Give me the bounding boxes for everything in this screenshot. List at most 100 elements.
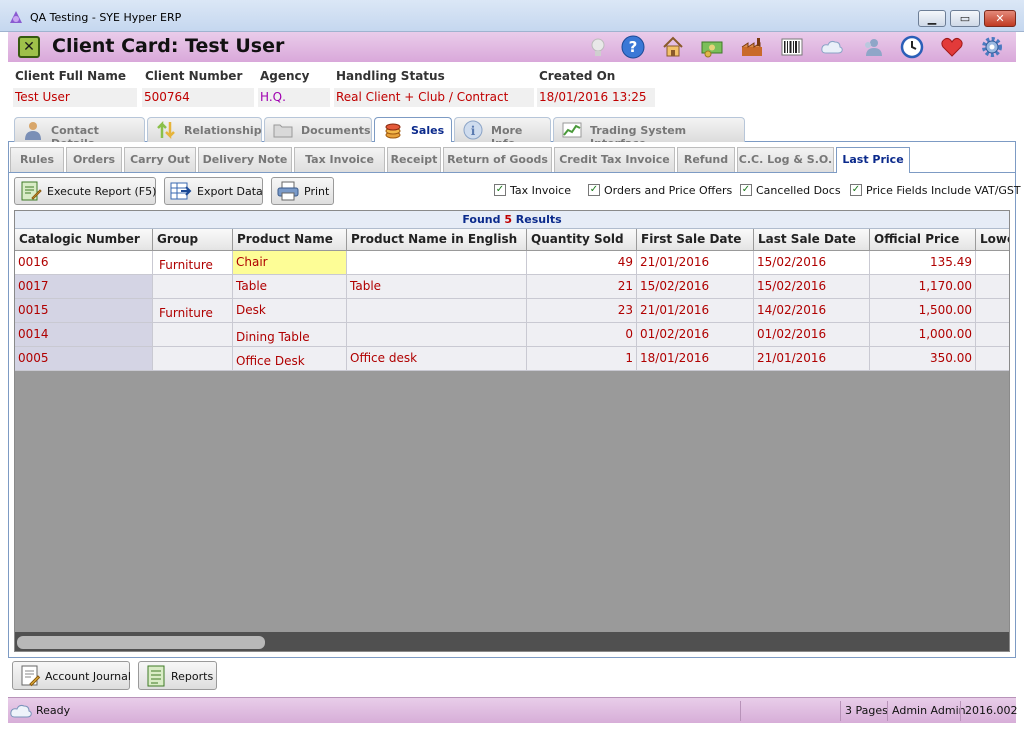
close-window-button[interactable]: ✕: [984, 10, 1016, 27]
cell-product-name: Desk: [233, 299, 347, 322]
cell-lowest: [976, 251, 1009, 274]
status-user: Admin Admin: [887, 701, 966, 721]
export-icon: [170, 182, 192, 200]
table-row[interactable]: 0016 Furniture Chair 49 21/01/2016 15/02…: [15, 251, 1009, 275]
results-count-bar: Found 5 Results: [15, 211, 1009, 229]
subtab-return-of-goods[interactable]: Return of Goods: [443, 147, 552, 172]
users-icon[interactable]: [860, 35, 884, 59]
close-card-button[interactable]: ✕: [18, 36, 40, 58]
cell-product-name: Dining Table: [233, 323, 347, 346]
money-icon[interactable]: [700, 35, 724, 59]
barcode-icon[interactable]: [780, 35, 804, 59]
subtab-delivery-note[interactable]: Delivery Note: [198, 147, 292, 172]
column-header-catalogic-number[interactable]: Catalogic Number: [15, 229, 153, 251]
column-header-official-price[interactable]: Official Price: [870, 229, 976, 251]
subtab-credit-tax-invoice[interactable]: Credit Tax Invoice: [554, 147, 675, 172]
cell-group: [153, 323, 233, 346]
maximize-button[interactable]: ▭: [950, 10, 980, 27]
cell-lowest: [976, 323, 1009, 346]
gear-icon[interactable]: [980, 35, 1004, 59]
horizontal-scrollbar[interactable]: [15, 632, 1009, 651]
subtab-refund[interactable]: Refund: [677, 147, 735, 172]
minimize-icon: ▁: [927, 12, 937, 25]
main-tabs: Contact Details Relationship Documents S…: [8, 114, 1016, 150]
status-bar: Ready 3 Pages Admin Admin 2016.002: [8, 697, 1018, 723]
report-icon: [21, 181, 42, 201]
subtab-orders[interactable]: Orders: [66, 147, 122, 172]
subtab-last-price[interactable]: Last Price: [836, 147, 910, 173]
cell-quantity-sold: 49: [527, 251, 637, 274]
column-header-product-name[interactable]: Product Name: [233, 229, 347, 251]
column-header-quantity-sold[interactable]: Quantity Sold: [527, 229, 637, 251]
cell-group: Furniture: [153, 299, 233, 322]
results-count: 5: [504, 213, 512, 226]
tab-trading-system-interface[interactable]: Trading System Interface: [553, 117, 745, 150]
cloud-icon[interactable]: [820, 35, 844, 59]
help-icon[interactable]: ?: [621, 35, 645, 59]
subtab-rules[interactable]: Rules: [10, 147, 64, 172]
tab-contact-details[interactable]: Contact Details: [14, 117, 145, 150]
cell-product-name-english: Office desk: [347, 347, 527, 370]
close-icon: ✕: [995, 12, 1005, 25]
table-row[interactable]: 0005 Office Desk Office desk 1 18/01/201…: [15, 347, 1009, 371]
clock-icon[interactable]: [900, 35, 924, 59]
minimize-button[interactable]: ▁: [918, 10, 946, 27]
cell-product-name: Chair: [233, 251, 347, 274]
cell-lowest: [976, 275, 1009, 298]
column-header-lowest[interactable]: Lowe: [976, 229, 1009, 251]
cell-product-name: Table: [233, 275, 347, 298]
cell-last-sale-date: 01/02/2016: [754, 323, 870, 346]
handling-status-value: Real Client + Club / Contract: [334, 88, 534, 107]
cell-last-sale-date: 21/01/2016: [754, 347, 870, 370]
cell-quantity-sold: 21: [527, 275, 637, 298]
subtab-cc-log[interactable]: C.C. Log & S.O.: [737, 147, 834, 172]
tab-label: Relationship: [184, 124, 262, 137]
tab-more-info[interactable]: i More Info: [454, 117, 551, 150]
column-header-first-sale-date[interactable]: First Sale Date: [637, 229, 754, 251]
cell-product-name: Office Desk: [233, 347, 347, 370]
client-info: Client Full Name Test User Client Number…: [8, 62, 1016, 114]
page-title: Client Card: Test User: [52, 35, 285, 57]
app-logo-icon: [10, 11, 22, 23]
cell-first-sale-date: 21/01/2016: [637, 299, 754, 322]
status-version: 2016.002: [960, 701, 1018, 721]
cell-catalogic-number: 0005: [15, 347, 153, 370]
reports-icon: [147, 665, 165, 687]
column-header-product-name-english[interactable]: Product Name in English: [347, 229, 527, 251]
lightbulb-icon[interactable]: [586, 35, 610, 59]
subtab-receipt[interactable]: Receipt: [387, 147, 441, 172]
results-grid: Found 5 Results Catalogic Number Group P…: [14, 210, 1010, 652]
window-title: QA Testing - SYE Hyper ERP: [30, 11, 182, 24]
tab-sales[interactable]: Sales: [374, 117, 452, 143]
folder-icon: [273, 124, 293, 138]
account-journal-button[interactable]: Account Journal: [12, 661, 131, 690]
tab-documents[interactable]: Documents: [264, 117, 372, 142]
subtab-carry-out[interactable]: Carry Out: [124, 147, 196, 172]
table-row[interactable]: 0015 Furniture Desk 23 21/01/2016 14/02/…: [15, 299, 1009, 323]
heart-icon[interactable]: [940, 35, 964, 59]
svg-text:?: ?: [629, 38, 638, 56]
full-name-value: Test User: [13, 88, 137, 107]
reports-button[interactable]: Reports: [138, 661, 217, 690]
cell-first-sale-date: 18/01/2016: [637, 347, 754, 370]
client-number-label: Client Number: [145, 69, 243, 83]
cell-official-price: 1,500.00: [870, 299, 976, 322]
export-data-button[interactable]: Export Data: [164, 177, 263, 205]
print-button[interactable]: Print: [271, 177, 334, 205]
cell-catalogic-number: 0017: [15, 275, 153, 298]
execute-report-button[interactable]: Execute Report (F5): [14, 177, 156, 205]
scrollbar-thumb[interactable]: [17, 636, 265, 649]
printer-icon: [277, 181, 299, 201]
factory-icon[interactable]: [740, 35, 764, 59]
tab-relationship[interactable]: Relationship: [147, 117, 262, 142]
column-header-last-sale-date[interactable]: Last Sale Date: [754, 229, 870, 251]
table-row[interactable]: 0014 Dining Table 0 01/02/2016 01/02/201…: [15, 323, 1009, 347]
subtab-tax-invoice[interactable]: Tax Invoice: [294, 147, 385, 172]
home-icon[interactable]: [661, 35, 685, 59]
cell-last-sale-date: 15/02/2016: [754, 275, 870, 298]
cell-last-sale-date: 14/02/2016: [754, 299, 870, 322]
cell-lowest: [976, 299, 1009, 322]
cell-product-name-english: [347, 251, 527, 274]
column-header-group[interactable]: Group: [153, 229, 233, 251]
table-row[interactable]: 0017 Table Table 21 15/02/2016 15/02/201…: [15, 275, 1009, 299]
